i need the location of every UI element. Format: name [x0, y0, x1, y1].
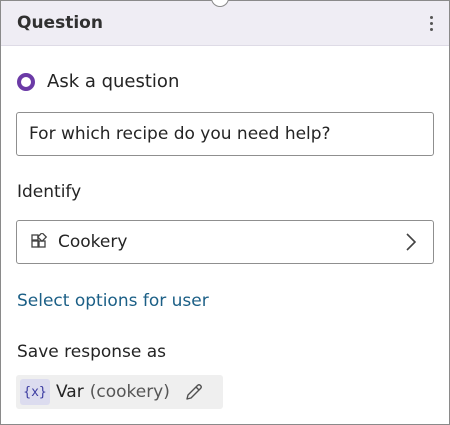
question-text-input[interactable]: For which recipe do you need help? [16, 112, 434, 156]
variable-icon: {x} [20, 379, 50, 405]
identify-selected-value: Cookery [58, 232, 128, 252]
identify-label: Identify [17, 182, 82, 202]
kebab-menu-icon[interactable] [423, 15, 439, 31]
question-node-card: Question Ask a question For which recipe… [0, 0, 450, 425]
entity-grid-icon [30, 233, 48, 251]
question-text-value: For which recipe do you need help? [29, 124, 331, 144]
ask-question-row: Ask a question [17, 71, 179, 92]
node-title: Question [17, 13, 103, 33]
select-options-link[interactable]: Select options for user [17, 291, 209, 311]
pencil-icon[interactable] [184, 382, 204, 402]
variable-name: Var [56, 382, 84, 402]
identify-select[interactable]: Cookery [16, 220, 434, 264]
chevron-right-icon [405, 232, 419, 252]
variable-value: (cookery) [89, 382, 170, 402]
ask-question-label: Ask a question [47, 71, 180, 92]
variable-chip[interactable]: {x} Var (cookery) [16, 375, 223, 409]
question-node-dot-icon [17, 72, 35, 91]
save-response-label: Save response as [17, 342, 167, 362]
node-header: Question [1, 1, 449, 46]
